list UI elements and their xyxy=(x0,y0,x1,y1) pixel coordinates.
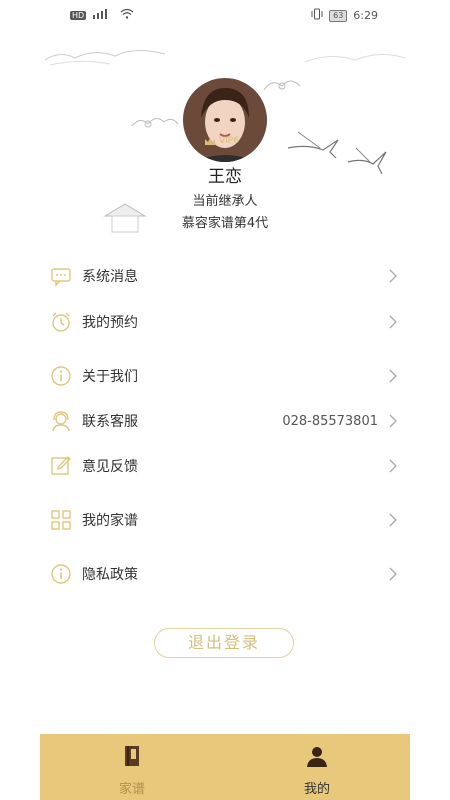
status-left: HD xyxy=(70,8,134,22)
info-icon xyxy=(51,366,71,386)
crown-icon xyxy=(205,137,215,145)
tab-label: 我的 xyxy=(303,782,330,797)
bottom-nav: 家谱 我的 xyxy=(40,734,410,800)
cloud-decoration-icon xyxy=(44,50,166,66)
book-icon xyxy=(125,746,139,766)
cloud-decoration-icon xyxy=(263,80,301,91)
chevron-right-icon xyxy=(389,513,397,527)
menu-item-privacy-policy[interactable]: 隐私政策 xyxy=(0,552,450,596)
tab-label: 家谱 xyxy=(118,782,145,797)
menu-item-label: 意见反馈 xyxy=(82,459,138,475)
info-icon xyxy=(51,564,71,584)
customer-service-icon xyxy=(52,411,70,432)
edit-icon xyxy=(51,456,71,475)
menu-item-label: 我的预约 xyxy=(82,315,138,331)
wifi-icon xyxy=(120,8,134,22)
profile-header: VIP6 王恋 当前继承人 慕容家谱第4代 xyxy=(0,30,450,240)
status-bar: HD 63 6:29 xyxy=(0,0,450,30)
status-time: 6:29 xyxy=(353,9,378,22)
logout-button[interactable]: 退出登录 xyxy=(154,628,294,658)
message-icon xyxy=(51,268,71,287)
chevron-right-icon xyxy=(389,567,397,581)
user-icon xyxy=(307,747,327,767)
chevron-right-icon xyxy=(389,369,397,383)
avatar[interactable] xyxy=(183,78,267,162)
menu-item-about-us[interactable]: 关于我们 xyxy=(0,354,450,398)
status-right: 63 6:29 xyxy=(311,8,378,23)
menu-item-label: 关于我们 xyxy=(82,369,138,385)
menu-item-label: 隐私政策 xyxy=(82,567,138,583)
tab-genealogy[interactable]: 家谱 xyxy=(82,734,182,800)
menu-item-label: 系统消息 xyxy=(82,269,138,285)
tab-mine[interactable]: 我的 xyxy=(267,734,367,800)
menu-item-my-genealogy[interactable]: 我的家谱 xyxy=(0,498,450,542)
chevron-right-icon xyxy=(389,315,397,329)
user-name: 王恋 xyxy=(208,167,242,187)
menu-item-my-appointments[interactable]: 我的预约 xyxy=(0,300,450,344)
grid-icon xyxy=(51,510,71,530)
menu-item-label: 我的家谱 xyxy=(82,513,138,529)
chevron-right-icon xyxy=(389,459,397,473)
hd-badge: HD xyxy=(70,10,87,20)
chevron-right-icon xyxy=(389,269,397,283)
chevron-right-icon xyxy=(389,414,397,428)
signal-icon xyxy=(92,8,114,22)
vibrate-icon xyxy=(311,8,323,23)
service-phone-number[interactable]: 028-85573801 xyxy=(282,414,378,429)
menu-item-label: 联系客服 xyxy=(82,414,138,430)
user-role: 当前继承人 xyxy=(192,194,258,209)
menu-item-feedback[interactable]: 意见反馈 xyxy=(0,444,450,488)
user-generation: 慕容家谱第4代 xyxy=(181,216,269,231)
menu-item-system-messages[interactable]: 系统消息 xyxy=(0,254,450,298)
vip-badge: VIP6 xyxy=(204,136,239,146)
alarm-clock-icon xyxy=(52,312,70,332)
menu-item-customer-service[interactable]: 联系客服 028-85573801 xyxy=(0,399,450,443)
vip-level: VIP6 xyxy=(219,136,239,146)
battery-indicator: 63 xyxy=(329,9,348,22)
cloud-decoration-icon xyxy=(131,118,179,128)
cloud-decoration-icon xyxy=(304,54,406,63)
